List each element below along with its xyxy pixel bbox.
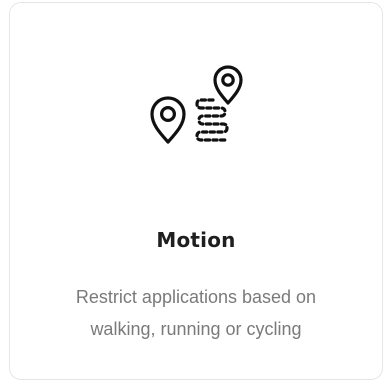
motion-card[interactable]: Motion Restrict applications based on wa… <box>9 2 383 380</box>
card-description-line-1: Restrict applications based on <box>75 287 317 307</box>
motion-route-pins-icon <box>145 65 259 179</box>
card-title: Motion <box>156 228 236 252</box>
card-description-line-2: walking, running or cycling <box>90 319 302 339</box>
card-description: Restrict applications based on walking, … <box>10 281 382 345</box>
